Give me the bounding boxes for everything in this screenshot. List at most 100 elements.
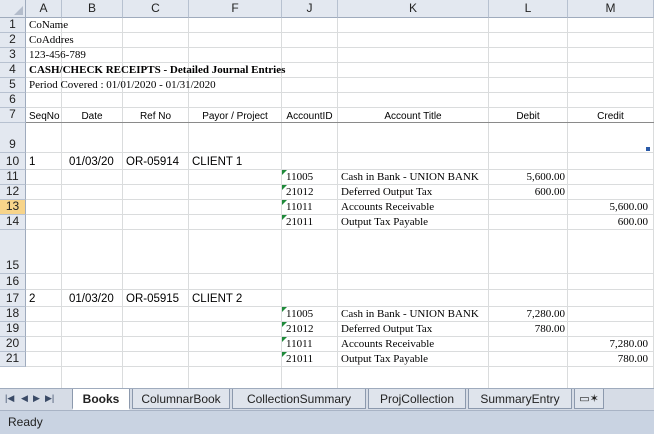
select-all-icon xyxy=(14,6,23,15)
header-account-title[interactable]: Account Title xyxy=(338,110,488,123)
debit-amount[interactable]: 600.00 xyxy=(489,186,565,199)
entry-seqno[interactable]: 2 xyxy=(29,293,35,306)
account-title[interactable]: Cash in Bank - UNION BANK xyxy=(341,308,479,321)
entry-refno[interactable]: OR-05915 xyxy=(126,293,179,306)
entry-date[interactable]: 01/03/20 xyxy=(69,293,114,306)
company-name[interactable]: CoName xyxy=(29,19,68,32)
row-number: 18 xyxy=(5,306,20,320)
entry-seqno[interactable]: 1 xyxy=(29,156,35,169)
tab-books[interactable]: Books xyxy=(72,389,130,410)
prev-sheet-icon[interactable]: ◀ xyxy=(21,393,28,404)
gridline xyxy=(26,169,654,170)
tab-summaryentry[interactable]: SummaryEntry xyxy=(468,389,572,409)
account-id[interactable]: 11011 xyxy=(286,201,313,214)
row-header-5[interactable]: 5 xyxy=(0,77,26,93)
row-header-16[interactable]: 16 xyxy=(0,274,26,290)
row-number: 9 xyxy=(9,137,16,151)
row-number: 19 xyxy=(5,321,20,335)
account-title[interactable]: Output Tax Payable xyxy=(341,353,428,366)
tab-columnarbook[interactable]: ColumnarBook xyxy=(132,389,230,409)
header-seqno[interactable]: SeqNo xyxy=(29,110,60,123)
cell-marker xyxy=(646,147,650,151)
account-title[interactable]: Deferred Output Tax xyxy=(341,186,432,199)
status-bar: Ready xyxy=(0,410,654,434)
col-header-f[interactable]: F xyxy=(189,0,282,18)
account-id[interactable]: 21012 xyxy=(286,323,314,336)
col-header-j[interactable]: J xyxy=(282,0,338,18)
status-text: Ready xyxy=(8,415,43,429)
account-id[interactable]: 11005 xyxy=(286,171,313,184)
header-credit[interactable]: Credit xyxy=(568,110,653,123)
row-header-11[interactable]: 11 xyxy=(0,169,26,185)
gridline xyxy=(26,289,654,290)
gridline xyxy=(337,18,338,388)
gridline xyxy=(26,47,654,48)
row-header-20[interactable]: 20 xyxy=(0,336,26,352)
col-header-l[interactable]: L xyxy=(489,0,568,18)
credit-amount[interactable]: 5,600.00 xyxy=(568,201,649,214)
row-header-12[interactable]: 12 xyxy=(0,184,26,200)
account-title[interactable]: Deferred Output Tax xyxy=(341,323,432,336)
account-id[interactable]: 11005 xyxy=(286,308,313,321)
entry-date[interactable]: 01/03/20 xyxy=(69,156,114,169)
debit-amount[interactable]: 5,600.00 xyxy=(489,171,566,184)
account-title[interactable]: Accounts Receivable xyxy=(341,201,434,214)
credit-amount[interactable]: 7,280.00 xyxy=(568,338,649,351)
next-sheet-icon[interactable]: ▶ xyxy=(33,393,40,404)
company-address[interactable]: CoAddres xyxy=(29,34,74,47)
row-header-15[interactable]: 15 xyxy=(0,230,26,274)
row-header-18[interactable]: 18 xyxy=(0,306,26,322)
account-id[interactable]: 21011 xyxy=(286,216,313,229)
row-header-19[interactable]: 19 xyxy=(0,321,26,337)
header-refno[interactable]: Ref No xyxy=(123,110,188,123)
row-header-21[interactable]: 21 xyxy=(0,351,26,367)
account-title[interactable]: Cash in Bank - UNION BANK xyxy=(341,171,479,184)
credit-amount[interactable]: 780.00 xyxy=(568,353,648,366)
gridline xyxy=(26,32,654,33)
header-accountid[interactable]: AccountID xyxy=(282,110,337,123)
row-header-7[interactable]: 7 xyxy=(0,107,26,123)
account-title[interactable]: Accounts Receivable xyxy=(341,338,434,351)
col-header-b[interactable]: B xyxy=(62,0,123,18)
gridline xyxy=(26,214,654,215)
col-header-c[interactable]: C xyxy=(123,0,189,18)
first-sheet-icon[interactable]: |◀ xyxy=(5,393,14,404)
credit-amount[interactable]: 600.00 xyxy=(568,216,648,229)
row-header-13[interactable]: 13 xyxy=(0,199,26,215)
account-title[interactable]: Output Tax Payable xyxy=(341,216,428,229)
tab-projcollection[interactable]: ProjCollection xyxy=(368,389,466,409)
col-header-k[interactable]: K xyxy=(338,0,489,18)
row-number: 10 xyxy=(5,154,20,168)
last-sheet-icon[interactable]: ▶| xyxy=(45,393,54,404)
col-header-m[interactable]: M xyxy=(568,0,654,18)
header-payor[interactable]: Payor / Project xyxy=(189,110,281,123)
row-header-6[interactable]: 6 xyxy=(0,92,26,108)
insert-sheet-button[interactable]: ▭✶ xyxy=(574,389,604,409)
period-covered[interactable]: Period Covered : 01/01/2020 - 01/31/2020 xyxy=(29,79,216,92)
row-header-17[interactable]: 17 xyxy=(0,290,26,307)
row-header-2[interactable]: 2 xyxy=(0,32,26,48)
entry-payor[interactable]: CLIENT 2 xyxy=(192,293,242,306)
company-tin[interactable]: 123-456-789 xyxy=(29,49,86,62)
debit-amount[interactable]: 780.00 xyxy=(489,323,565,336)
account-id[interactable]: 21011 xyxy=(286,353,313,366)
row-header-1[interactable]: 1 xyxy=(0,17,26,33)
row-header-9[interactable]: 9 xyxy=(0,123,26,153)
entry-payor[interactable]: CLIENT 1 xyxy=(192,156,242,169)
header-debit[interactable]: Debit xyxy=(489,110,567,123)
report-title[interactable]: CASH/CHECK RECEIPTS - Detailed Journal E… xyxy=(29,64,285,77)
row-header-4[interactable]: 4 xyxy=(0,62,26,78)
row-header-10[interactable]: 10 xyxy=(0,153,26,170)
col-header-a[interactable]: A xyxy=(26,0,62,18)
account-id[interactable]: 21012 xyxy=(286,186,314,199)
select-all-corner[interactable] xyxy=(0,0,26,18)
entry-refno[interactable]: OR-05914 xyxy=(126,156,179,169)
row-header-14[interactable]: 14 xyxy=(0,214,26,230)
debit-amount[interactable]: 7,280.00 xyxy=(489,308,566,321)
row-number: 3 xyxy=(9,47,16,61)
spreadsheet-grid[interactable]: A B C F J K L M 1 2 3 4 5 6 7 9 10 11 12… xyxy=(0,0,654,388)
header-date[interactable]: Date xyxy=(62,110,122,123)
account-id[interactable]: 11011 xyxy=(286,338,313,351)
row-header-3[interactable]: 3 xyxy=(0,47,26,63)
tab-collectionsummary[interactable]: CollectionSummary xyxy=(232,389,366,409)
